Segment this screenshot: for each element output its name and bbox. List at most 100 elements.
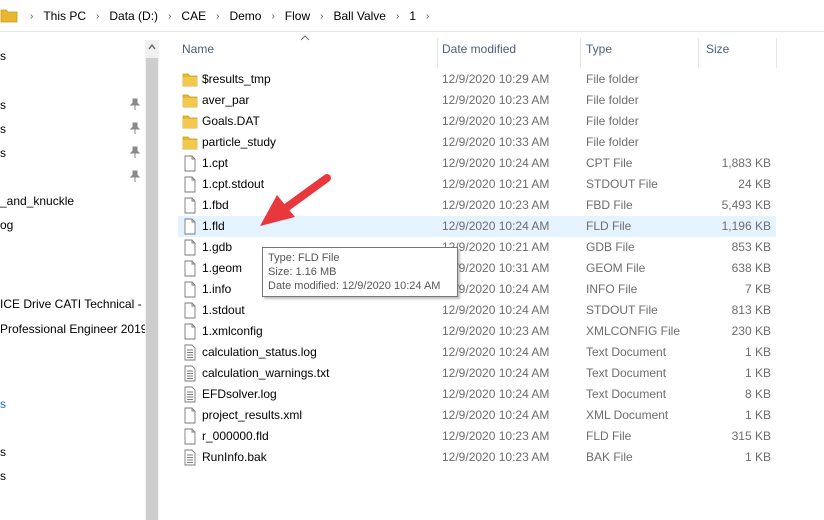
file-date-modified: 12/9/2020 10:23 AM <box>442 429 550 443</box>
column-divider[interactable] <box>776 38 777 68</box>
file-date-modified: 12/9/2020 10:24 AM <box>442 156 550 170</box>
file-row[interactable]: aver_par 12/9/2020 10:23 AM File folder <box>178 90 776 111</box>
file-name: 1.cpt <box>202 156 229 170</box>
breadcrumb-separator-icon[interactable]: › <box>320 11 323 22</box>
file-type: INFO File <box>586 282 638 296</box>
file-size: 1,196 KB <box>721 219 771 233</box>
nav-item[interactable]: s <box>0 441 6 463</box>
file-icon <box>184 302 196 319</box>
nav-item-label: s <box>0 469 6 483</box>
file-name: 1.info <box>202 282 232 296</box>
file-date-modified: 12/9/2020 10:23 AM <box>442 450 550 464</box>
breadcrumb-separator-icon[interactable]: › <box>30 11 33 22</box>
column-divider[interactable] <box>580 38 581 68</box>
breadcrumb-separator-icon[interactable]: › <box>271 11 274 22</box>
file-date-modified: 12/9/2020 10:29 AM <box>442 72 550 86</box>
sort-ascending-icon <box>300 35 310 41</box>
column-header: Name Date modified Type Size <box>160 32 824 68</box>
breadcrumb-item[interactable]: Flow <box>283 9 312 23</box>
file-icon <box>184 260 196 277</box>
file-row[interactable]: RunInfo.bak 12/9/2020 10:23 AM BAK File 1 K… <box>178 447 776 468</box>
breadcrumb-separator-icon[interactable]: › <box>396 11 399 22</box>
pin-icon[interactable] <box>130 122 140 134</box>
file-size: 315 KB <box>731 429 771 443</box>
breadcrumb-separator-icon[interactable]: › <box>168 11 171 22</box>
pin-icon[interactable] <box>130 98 140 110</box>
file-date-modified: 12/9/2020 10:21 AM <box>442 177 550 191</box>
nav-item[interactable]: s <box>0 142 6 164</box>
nav-item[interactable]: _and_knuckle <box>0 190 74 212</box>
file-name: r_000000.fld <box>202 429 269 443</box>
breadcrumb-separator-icon[interactable]: › <box>426 11 429 22</box>
nav-item[interactable]: s <box>0 45 6 67</box>
file-row[interactable]: 1.stdout 12/9/2020 10:24 AM STDOUT File 813… <box>178 300 776 321</box>
folder-icon <box>182 73 198 87</box>
file-size: 5,493 KB <box>721 198 771 212</box>
file-row[interactable]: calculation_status.log 12/9/2020 10:24 AM… <box>178 342 776 363</box>
file-type: File folder <box>586 135 639 149</box>
column-name[interactable]: Name <box>182 42 214 56</box>
scroll-up-arrow-icon[interactable] <box>147 42 157 52</box>
file-row[interactable]: 1.xmlconfig 12/9/2020 10:23 AM XMLCONFIG F… <box>178 321 776 342</box>
file-name: particle_study <box>202 135 277 149</box>
address-bar[interactable]: › This PC › Data (D:) › CAE › Demo › Flow › Ball Va… <box>0 0 824 32</box>
breadcrumb-separator-icon[interactable]: › <box>216 11 219 22</box>
file-date-modified: 12/9/2020 10:23 AM <box>442 198 550 212</box>
nav-item[interactable]: Professional Engineer 2019 <box>0 318 146 340</box>
tooltip-type: Type: FLD File <box>268 252 340 264</box>
file-date-modified: 12/9/2020 10:21 AM <box>442 240 550 254</box>
column-date-modified[interactable]: Date modified <box>442 42 516 56</box>
pin-icon[interactable] <box>130 170 140 182</box>
file-date-modified: 12/9/2020 10:23 AM <box>442 324 550 338</box>
nav-item[interactable]: og <box>0 214 13 236</box>
navigation-scrollbar[interactable] <box>145 40 159 520</box>
scrollbar-thumb[interactable] <box>146 58 158 520</box>
breadcrumb-item[interactable]: 1 <box>407 9 418 23</box>
file-icon <box>184 407 196 424</box>
file-row[interactable]: $results_tmp 12/9/2020 10:29 AM File folde… <box>178 69 776 90</box>
file-row[interactable]: calculation_warnings.txt 12/9/2020 10:24 … <box>178 363 776 384</box>
file-date-modified: 12/9/2020 10:24 AM <box>442 345 550 359</box>
file-name: Goals.DAT <box>202 114 260 128</box>
nav-item[interactable]: s <box>0 118 6 140</box>
column-size[interactable]: Size <box>706 42 729 56</box>
text-document-icon <box>184 365 196 382</box>
column-divider[interactable] <box>437 38 438 68</box>
file-size: 1 KB <box>744 345 771 359</box>
file-type: FLD File <box>586 219 632 233</box>
file-row[interactable]: r_000000.fld 12/9/2020 10:23 AM FLD File 31… <box>178 426 776 447</box>
file-type: STDOUT File <box>586 177 658 191</box>
file-type: FBD File <box>586 198 633 212</box>
file-row[interactable]: Goals.DAT 12/9/2020 10:23 AM File folder <box>178 111 776 132</box>
breadcrumb-item[interactable]: Ball Valve <box>331 9 387 23</box>
file-size: 1 KB <box>744 366 771 380</box>
file-row[interactable]: particle_study 12/9/2020 10:33 AM File fol… <box>178 132 776 153</box>
nav-item-label: ICE Drive CATI Technical - R <box>0 297 146 311</box>
file-name: aver_par <box>202 93 250 107</box>
nav-item[interactable]: s <box>0 94 6 116</box>
breadcrumb-item[interactable]: Demo <box>227 9 263 23</box>
file-icon <box>184 197 196 214</box>
file-name: 1.gdb <box>202 240 233 254</box>
breadcrumb-item[interactable]: This PC <box>41 9 88 23</box>
file-type: File folder <box>586 114 639 128</box>
file-type: GDB File <box>586 240 635 254</box>
file-row[interactable]: EFDsolver.log 12/9/2020 10:24 AM Text Docu… <box>178 384 776 405</box>
breadcrumb-item[interactable]: CAE <box>179 9 208 23</box>
file-row[interactable]: project_results.xml 12/9/2020 10:24 AM XML… <box>178 405 776 426</box>
file-size: 1 KB <box>744 450 771 464</box>
file-size: 230 KB <box>731 324 771 338</box>
nav-item[interactable]: s <box>0 393 6 415</box>
nav-item[interactable]: ICE Drive CATI Technical - R <box>0 293 146 315</box>
column-divider[interactable] <box>698 38 699 68</box>
pin-icon[interactable] <box>130 146 140 158</box>
file-type: File folder <box>586 93 639 107</box>
column-type[interactable]: Type <box>586 42 612 56</box>
breadcrumb-item[interactable]: Data (D:) <box>107 9 160 23</box>
file-type: CPT File <box>586 156 633 170</box>
nav-item[interactable]: s <box>0 465 6 487</box>
file-icon <box>184 239 196 256</box>
file-tooltip: Type: FLD File Size: 1.16 MB Date modifi… <box>262 247 458 297</box>
breadcrumb-separator-icon[interactable]: › <box>96 11 99 22</box>
tooltip-size: Size: 1.16 MB <box>268 266 337 278</box>
